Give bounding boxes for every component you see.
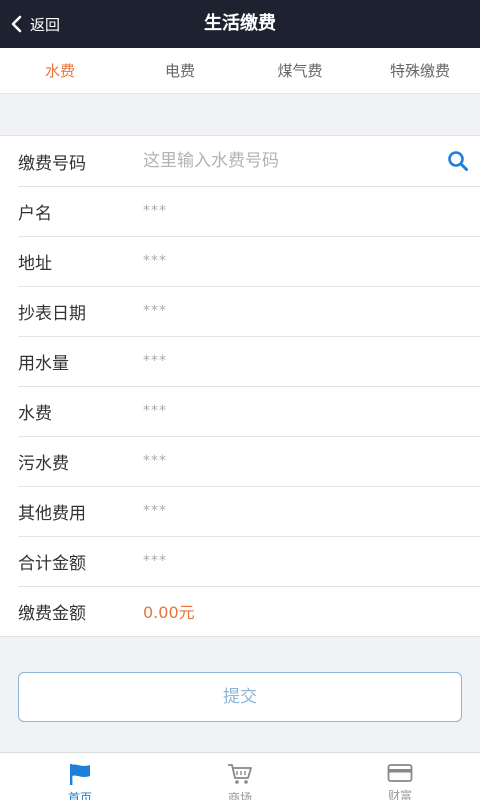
row-value: *** <box>143 553 167 569</box>
row-label: 地址 <box>18 253 52 274</box>
back-button[interactable]: 返回 <box>8 0 60 48</box>
account-row: 缴费号码 <box>0 136 480 186</box>
payment-amount-label: 缴费金额 <box>18 603 86 624</box>
row-label: 其他费用 <box>18 503 86 524</box>
info-row-water-fee: 水费 *** <box>0 386 480 436</box>
search-icon[interactable] <box>436 136 480 186</box>
row-label: 污水费 <box>18 453 69 474</box>
info-row-reading-date: 抄表日期 *** <box>0 286 480 336</box>
nav-label: 首页 <box>67 791 92 800</box>
row-value: *** <box>143 353 167 369</box>
payment-amount-row: 缴费金额 0.00元 <box>0 586 480 636</box>
account-input[interactable] <box>143 151 436 171</box>
row-label: 户名 <box>18 203 52 224</box>
chevron-left-icon <box>8 14 24 34</box>
nav-item-home[interactable]: 首页 <box>0 753 160 800</box>
top-bar: 生活缴费 返回 <box>0 0 480 48</box>
cart-icon <box>227 763 253 785</box>
flag-icon <box>67 763 93 785</box>
row-label: 合计金额 <box>18 553 86 574</box>
payment-form: 缴费号码 户名 *** 地址 *** 抄表日期 *** 用水量 *** 水费 *… <box>0 135 480 637</box>
row-value: *** <box>143 453 167 469</box>
info-row-name: 户名 *** <box>0 186 480 236</box>
row-label: 水费 <box>18 403 52 424</box>
info-row-total: 合计金额 *** <box>0 536 480 586</box>
fee-type-tabs: 水费 电费 煤气费 特殊缴费 <box>0 48 480 94</box>
row-value: *** <box>143 403 167 419</box>
back-label: 返回 <box>30 15 61 34</box>
tab-water[interactable]: 水费 <box>0 48 120 93</box>
account-label: 缴费号码 <box>18 153 86 174</box>
info-row-address: 地址 *** <box>0 236 480 286</box>
card-icon <box>387 763 413 783</box>
payment-amount-value: 0.00元 <box>143 603 195 622</box>
page-title: 生活缴费 <box>204 13 276 34</box>
bottom-nav: 首页 商场 财富 <box>0 752 480 800</box>
nav-item-wealth[interactable]: 财富 <box>320 753 480 800</box>
info-row-sewage-fee: 污水费 *** <box>0 436 480 486</box>
row-value: *** <box>143 503 167 519</box>
tab-special[interactable]: 特殊缴费 <box>360 48 480 93</box>
info-row-other-fees: 其他费用 *** <box>0 486 480 536</box>
info-row-water-usage: 用水量 *** <box>0 336 480 386</box>
nav-item-mall[interactable]: 商场 <box>160 753 320 800</box>
nav-label: 财富 <box>387 789 412 800</box>
tab-gas[interactable]: 煤气费 <box>240 48 360 93</box>
row-value: *** <box>143 303 167 319</box>
row-value: *** <box>143 253 167 269</box>
submit-button[interactable]: 提交 <box>18 672 462 722</box>
row-label: 用水量 <box>18 353 69 374</box>
nav-label: 商场 <box>227 791 252 800</box>
tab-electricity[interactable]: 电费 <box>120 48 240 93</box>
row-value: *** <box>143 203 167 219</box>
row-label: 抄表日期 <box>18 303 86 324</box>
